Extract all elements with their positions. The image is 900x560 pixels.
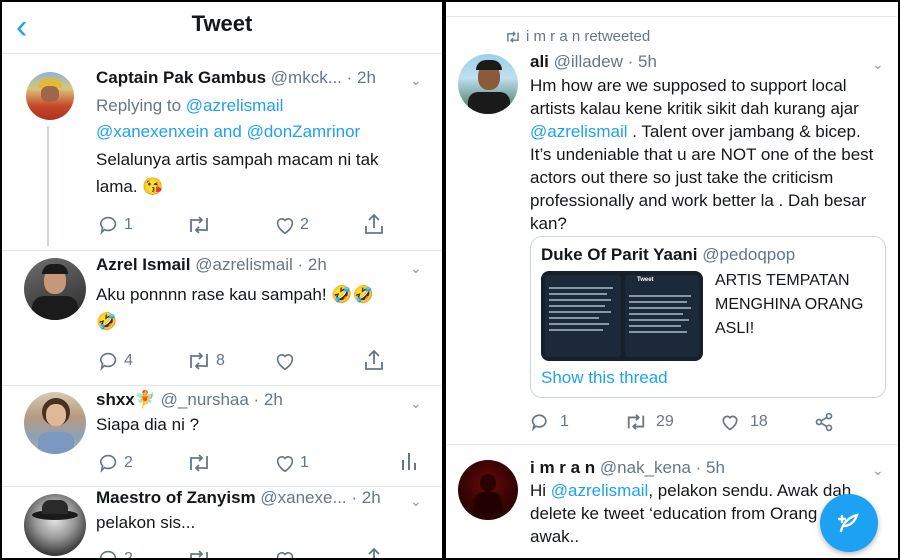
reply-button[interactable]: 2 xyxy=(98,548,133,558)
retweeted-by[interactable]: i m r a n retweeted xyxy=(504,28,650,45)
like-button[interactable]: 1 xyxy=(274,452,309,474)
quoted-tweet-text: ARTIS TEMPATAN MENGHINA ORANG ASLI! xyxy=(715,272,864,337)
divider xyxy=(2,250,442,251)
chevron-down-icon[interactable]: ⌄ xyxy=(872,56,884,73)
like-button[interactable] xyxy=(274,548,296,558)
replying-to-cont: @xanexenxein and @donZamrinor xyxy=(96,122,361,141)
retweet-icon xyxy=(190,216,208,234)
retweet-icon xyxy=(190,454,208,472)
divider xyxy=(446,16,898,17)
thread-connector xyxy=(47,126,49,246)
analytics-button[interactable] xyxy=(400,450,418,472)
tweet-text: Siapa dia ni ? xyxy=(96,415,200,434)
page-title: Tweet xyxy=(191,11,253,36)
back-arrow-icon[interactable]: ‹ xyxy=(16,10,27,44)
share-icon xyxy=(365,213,383,234)
tweet-author[interactable]: Captain Pak Gambus @mkck... · 2h xyxy=(96,68,376,88)
show-thread-link[interactable]: Show this thread xyxy=(541,365,668,391)
reply-button[interactable]: 4 xyxy=(98,350,133,372)
compose-feather-icon xyxy=(837,513,859,533)
mention-link[interactable]: @azrelismail xyxy=(186,96,284,115)
heart-icon xyxy=(276,552,294,558)
share-button[interactable] xyxy=(363,546,385,558)
tweet-text: Hm how are we supposed to support local … xyxy=(530,76,874,233)
avatar[interactable] xyxy=(26,72,74,120)
avatar[interactable] xyxy=(24,258,86,320)
retweet-icon xyxy=(507,30,519,43)
reply-button[interactable]: 1 xyxy=(530,412,569,432)
share-icon xyxy=(368,547,380,558)
mention-link[interactable]: @donZamrinor xyxy=(247,122,361,141)
retweet-button[interactable]: 29 xyxy=(624,412,674,432)
analytics-icon xyxy=(402,453,416,470)
tweet-author[interactable]: ali @illadew · 5h xyxy=(530,52,657,72)
share-icon xyxy=(815,412,833,432)
heart-icon xyxy=(276,456,294,473)
avatar[interactable] xyxy=(24,392,86,454)
retweet-button[interactable] xyxy=(186,452,216,474)
tweet-author[interactable]: Maestro of Zanyism @xanexe... · 2h xyxy=(96,488,381,508)
share-button[interactable] xyxy=(363,348,385,372)
tweet-text: pelakon sis... xyxy=(96,513,196,532)
like-button[interactable] xyxy=(274,350,300,372)
left-thread-panel: ‹ Tweet Captain Pak Gambus @mkck... · 2h… xyxy=(2,2,442,558)
share-button[interactable] xyxy=(363,212,385,236)
tweet-text: 🤣 xyxy=(96,312,118,331)
reply-button[interactable]: 2 xyxy=(98,452,133,474)
avatar[interactable] xyxy=(24,494,86,556)
retweet-icon xyxy=(627,414,645,430)
tweet-text: Hi @azrelismail, pelakon sendu. Awak dah… xyxy=(530,481,852,546)
retweet-icon xyxy=(190,550,208,558)
reply-icon xyxy=(99,352,117,371)
reply-icon xyxy=(99,216,117,235)
mention-link[interactable]: @xanexenxein xyxy=(96,122,209,141)
reply-icon xyxy=(531,414,547,432)
divider xyxy=(2,486,442,487)
chevron-down-icon[interactable]: ⌄ xyxy=(410,72,422,89)
mention-link[interactable]: @azrelismail xyxy=(530,122,628,141)
chevron-down-icon[interactable]: ⌄ xyxy=(410,395,422,412)
reply-icon xyxy=(99,454,117,473)
reply-button[interactable]: 1 xyxy=(98,214,133,236)
replying-to: Replying to @azrelismail xyxy=(96,96,284,115)
tweet-text: Selalunya artis sampah macam ni tak xyxy=(96,150,379,169)
heart-icon xyxy=(276,218,294,235)
heart-icon xyxy=(722,415,738,431)
tweet-author[interactable]: i m r a n @nak_kena · 5h xyxy=(530,458,725,478)
tweet-author[interactable]: shxx🧚 @_nurshaa · 2h xyxy=(96,390,283,410)
divider xyxy=(446,444,898,445)
heart-icon xyxy=(276,354,294,371)
like-button[interactable]: 2 xyxy=(274,214,309,236)
retweet-button[interactable] xyxy=(186,214,216,236)
retweet-icon xyxy=(190,352,208,370)
tweet-text: Aku ponnnn rase kau sampah! 🤣🤣 xyxy=(96,285,374,304)
share-button[interactable] xyxy=(814,412,834,432)
tweet-author[interactable]: Azrel Ismail @azrelismail · 2h xyxy=(96,255,327,275)
quoted-tweet-image[interactable]: Tweet xyxy=(541,271,703,361)
quoted-author: Duke Of Parit Yaani @pedoqpop xyxy=(541,245,796,264)
mention-link[interactable]: @azrelismail xyxy=(551,481,649,500)
tweet-header: ‹ Tweet xyxy=(2,2,442,54)
chevron-down-icon[interactable]: ⌄ xyxy=(410,260,422,277)
avatar[interactable] xyxy=(458,460,518,520)
share-icon xyxy=(365,349,383,370)
like-button[interactable]: 18 xyxy=(720,412,768,432)
chevron-down-icon[interactable]: ⌄ xyxy=(410,493,422,510)
chevron-down-icon[interactable]: ⌄ xyxy=(872,462,884,479)
quoted-tweet[interactable]: Duke Of Parit Yaani @pedoqpop Tweet ARTI… xyxy=(530,236,886,398)
retweet-button[interactable]: 8 xyxy=(186,350,225,372)
retweet-button[interactable] xyxy=(186,548,212,558)
avatar[interactable] xyxy=(458,54,518,114)
right-timeline-panel: i m r a n retweeted ali @illadew · 5h ⌄ … xyxy=(446,2,898,558)
divider xyxy=(2,385,442,386)
reply-icon xyxy=(99,550,117,558)
compose-tweet-button[interactable] xyxy=(820,494,878,552)
tweet-text: lama. 😘 xyxy=(96,177,164,196)
